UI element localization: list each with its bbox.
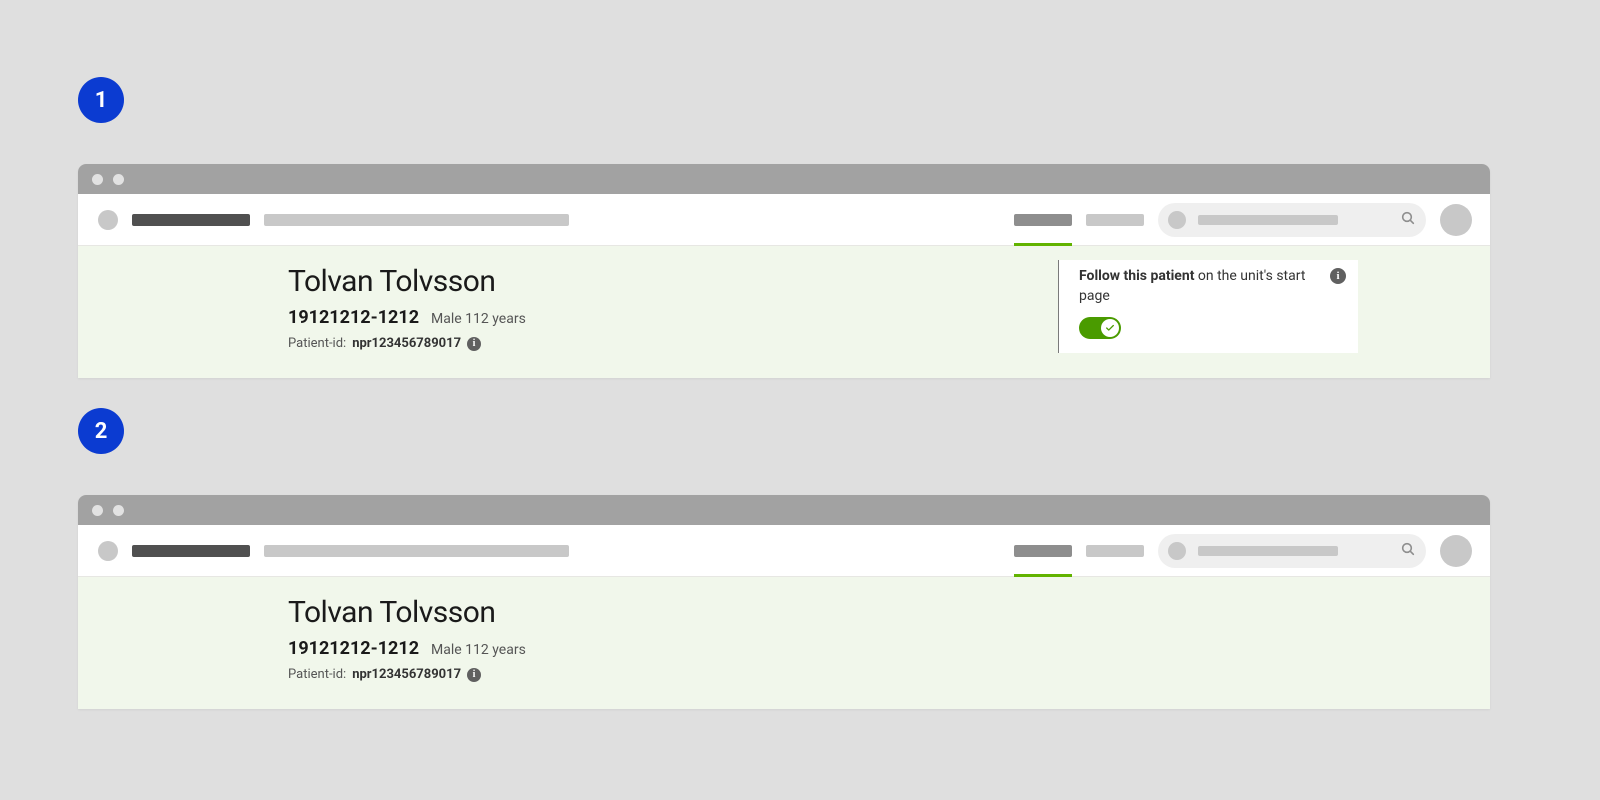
- patient-name: Tolvan Tolvsson: [288, 264, 526, 299]
- patient-header: Tolvan Tolvsson 19121212-1212 Male 112 y…: [78, 246, 1490, 378]
- browser-window-1: Tolvan Tolvsson 19121212-1212 Male 112 y…: [78, 164, 1490, 378]
- logo-placeholder: [98, 210, 118, 230]
- search-input[interactable]: [1158, 203, 1426, 237]
- nav-tab[interactable]: [1086, 545, 1144, 557]
- follow-patient-card: i Follow this patient on the unit's star…: [1058, 260, 1358, 353]
- app-toolbar: [78, 194, 1490, 246]
- window-control-dot[interactable]: [113, 174, 124, 185]
- patient-identifier-line: Patient-id: npr123456789017 i: [288, 667, 526, 682]
- breadcrumb-placeholder: [264, 214, 569, 226]
- nav-tab-active[interactable]: [1014, 545, 1072, 557]
- brand-placeholder: [132, 545, 250, 557]
- annotation-number: 1: [95, 88, 108, 113]
- patient-info-block: Tolvan Tolvsson 19121212-1212 Male 112 y…: [288, 577, 526, 709]
- info-icon[interactable]: i: [467, 668, 481, 682]
- window-control-dot[interactable]: [92, 505, 103, 516]
- annotation-badge-1: 1: [78, 77, 124, 123]
- follow-patient-text: Follow this patient on the unit's start …: [1079, 266, 1344, 307]
- patient-id-value: npr123456789017: [352, 667, 461, 682]
- patient-id-line: 19121212-1212 Male 112 years: [288, 307, 526, 328]
- search-avatar-placeholder: [1168, 211, 1186, 229]
- search-text-placeholder: [1198, 546, 1338, 556]
- app-toolbar: [78, 525, 1490, 577]
- info-icon[interactable]: i: [1330, 268, 1346, 284]
- nav-tab[interactable]: [1086, 214, 1144, 226]
- toolbar-right: [1014, 534, 1472, 568]
- search-input[interactable]: [1158, 534, 1426, 568]
- window-titlebar: [78, 495, 1490, 525]
- search-text-placeholder: [1198, 215, 1338, 225]
- window-control-dot[interactable]: [92, 174, 103, 185]
- patient-id-label: Patient-id:: [288, 667, 346, 682]
- patient-demographics: Male 112 years: [431, 642, 526, 658]
- brand-placeholder: [132, 214, 250, 226]
- check-icon: [1105, 323, 1115, 333]
- browser-window-2: Tolvan Tolvsson 19121212-1212 Male 112 y…: [78, 495, 1490, 709]
- toolbar-right: [1014, 203, 1472, 237]
- patient-pnr: 19121212-1212: [288, 638, 419, 659]
- patient-id-value: npr123456789017: [352, 336, 461, 351]
- patient-pnr: 19121212-1212: [288, 307, 419, 328]
- annotation-badge-2: 2: [78, 408, 124, 454]
- patient-id-label: Patient-id:: [288, 336, 346, 351]
- window-titlebar: [78, 164, 1490, 194]
- toggle-knob: [1101, 319, 1119, 337]
- breadcrumb-placeholder: [264, 545, 569, 557]
- patient-demographics: Male 112 years: [431, 311, 526, 327]
- search-icon[interactable]: [1400, 541, 1416, 561]
- logo-placeholder: [98, 541, 118, 561]
- patient-identifier-line: Patient-id: npr123456789017 i: [288, 336, 526, 351]
- follow-patient-bold: Follow this patient: [1079, 268, 1194, 284]
- search-avatar-placeholder: [1168, 542, 1186, 560]
- patient-header: Tolvan Tolvsson 19121212-1212 Male 112 y…: [78, 577, 1490, 709]
- info-icon[interactable]: i: [467, 337, 481, 351]
- annotation-number: 2: [95, 419, 108, 444]
- patient-name: Tolvan Tolvsson: [288, 595, 526, 630]
- search-icon[interactable]: [1400, 210, 1416, 230]
- user-avatar[interactable]: [1440, 535, 1472, 567]
- patient-info-block: Tolvan Tolvsson 19121212-1212 Male 112 y…: [288, 246, 526, 378]
- nav-tab-active[interactable]: [1014, 214, 1072, 226]
- window-control-dot[interactable]: [113, 505, 124, 516]
- follow-patient-toggle[interactable]: [1079, 317, 1121, 339]
- patient-id-line: 19121212-1212 Male 112 years: [288, 638, 526, 659]
- user-avatar[interactable]: [1440, 204, 1472, 236]
